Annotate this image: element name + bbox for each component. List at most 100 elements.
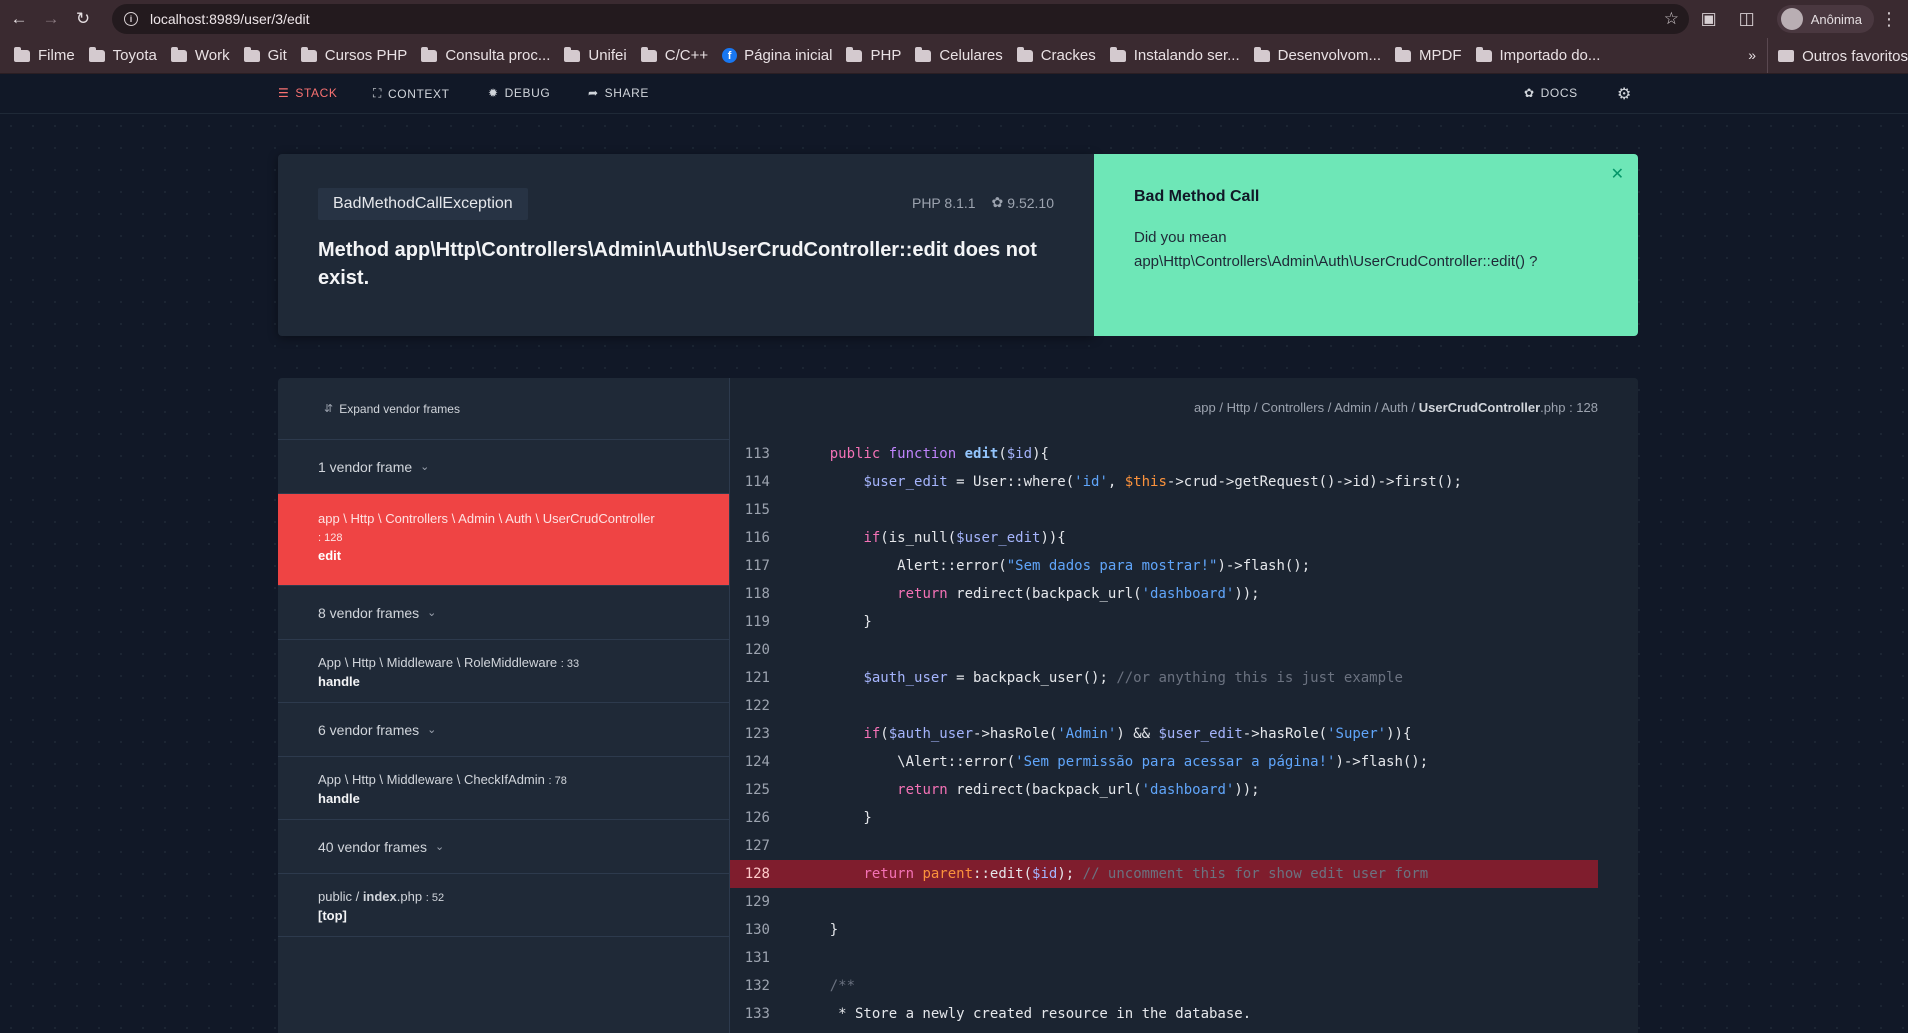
folder-icon: [915, 46, 932, 62]
expand-vendor-frames-button[interactable]: ⇵ Expand vendor frames: [278, 378, 729, 440]
reload-icon[interactable]: ↻: [70, 6, 96, 32]
file-path[interactable]: app / Http / Controllers / Admin / Auth …: [1194, 400, 1598, 415]
code-line: 127: [730, 832, 1598, 860]
line-number: 113: [744, 446, 770, 462]
line-number: 133: [744, 1006, 770, 1022]
bookmark-item[interactable]: Celulares: [915, 46, 1003, 64]
line-number: 114: [744, 474, 770, 490]
version-info: PHP 8.1.1 ✿ 9.52.10: [912, 194, 1054, 211]
code-line: 129: [730, 888, 1598, 916]
line-number: 125: [744, 782, 770, 798]
tab-context[interactable]: ⛶ CONTEXT: [373, 86, 450, 101]
code-snippet: 113 public function edit($id){114 $user_…: [730, 440, 1598, 1028]
folder-icon: [1778, 50, 1795, 62]
folder-icon: [243, 46, 260, 62]
vendor-frames-toggle[interactable]: 8 vendor frames ⌄: [278, 586, 729, 640]
line-number: 131: [744, 950, 770, 966]
code-line: 130 }: [730, 916, 1598, 944]
code-text: \Alert::error('Sem permissão para acessa…: [796, 754, 1429, 770]
bookmark-star-icon[interactable]: ☆: [1664, 9, 1679, 29]
folder-icon: [1395, 46, 1411, 62]
code-line: 124 \Alert::error('Sem permissão para ac…: [730, 748, 1598, 776]
code-line: 115: [730, 496, 1598, 524]
line-number: 117: [744, 558, 770, 574]
docs-link[interactable]: ✿ DOCS: [1524, 86, 1578, 100]
line-number: 132: [744, 978, 770, 994]
bookmark-item[interactable]: C/C++: [640, 46, 708, 64]
chevron-down-icon: ⌄: [427, 724, 437, 736]
bookmark-item[interactable]: Instalando ser...: [1109, 46, 1240, 64]
line-number: 122: [744, 698, 770, 714]
forward-icon[interactable]: →: [38, 6, 64, 32]
code-text: Alert::error("Sem dados para mostrar!")-…: [796, 558, 1311, 574]
tab-stack[interactable]: ☰ STACK: [278, 86, 337, 100]
folder-icon: [1253, 46, 1270, 62]
bookmark-item[interactable]: Work: [170, 46, 230, 64]
folder-icon: [300, 46, 317, 62]
line-number: 120: [744, 642, 770, 658]
code-line: 122: [730, 692, 1598, 720]
folder-icon: [640, 46, 657, 62]
stack-frame[interactable]: App \ Http \ Middleware \ RoleMiddleware…: [278, 640, 729, 703]
code-text: }: [796, 922, 839, 938]
code-text: public function edit($id){: [829, 446, 1049, 462]
code-line: 113 public function edit($id){: [730, 440, 1598, 468]
vendor-frames-toggle[interactable]: 40 vendor frames ⌄: [278, 820, 729, 874]
url-text[interactable]: localhost:8989/user/3/edit: [150, 11, 310, 27]
bookmark-item[interactable]: Crackes: [1016, 46, 1096, 64]
menu-icon[interactable]: ⋮: [1880, 9, 1898, 30]
exception-card: BadMethodCallException PHP 8.1.1 ✿ 9.52.…: [278, 154, 1094, 336]
bookmark-item[interactable]: Desenvolvom...: [1253, 46, 1381, 64]
code-text: if($auth_user->hasRole('Admin') && $user…: [863, 726, 1412, 742]
bookmark-item[interactable]: Git: [243, 46, 287, 64]
back-icon[interactable]: ←: [6, 6, 32, 32]
chevron-down-icon: ⌄: [434, 841, 445, 853]
stack-frame-active[interactable]: app \ Http \ Controllers \ Admin \ Auth …: [278, 494, 729, 586]
chevron-down-icon: ⌄: [427, 607, 437, 619]
stack-frame[interactable]: public / index.php : 52 [top]: [278, 874, 729, 937]
code-text: if(is_null($user_edit)){: [863, 530, 1066, 546]
folder-icon: [14, 46, 30, 62]
settings-gear-icon[interactable]: ⚙: [1617, 84, 1631, 104]
bookmark-item[interactable]: Importado do...: [1475, 46, 1600, 64]
bookmark-item[interactable]: PHP: [846, 46, 901, 64]
address-bar[interactable]: i localhost:8989/user/3/edit ☆: [112, 4, 1689, 34]
line-number: 126: [744, 810, 770, 826]
frames-list: ⇵ Expand vendor frames 1 vendor frame ⌄ …: [278, 378, 730, 1033]
app-header: ☰ STACK ⛶ CONTEXT ✹ DEBUG ➦ SHARE ✿ DOCS…: [0, 74, 1908, 114]
code-text: $auth_user = backpack_user(); //or anyth…: [863, 670, 1403, 686]
bookmark-item[interactable]: f Página inicial: [722, 47, 832, 64]
close-icon[interactable]: ✕: [1611, 164, 1624, 184]
vendor-frames-toggle[interactable]: 6 vendor frames ⌄: [278, 703, 729, 757]
bookmark-item[interactable]: Filme: [14, 46, 75, 64]
php-version: PHP 8.1.1: [911, 194, 976, 211]
line-number: 129: [744, 894, 770, 910]
bookmark-item[interactable]: Consulta proc...: [421, 46, 550, 64]
other-favorites[interactable]: Outros favoritos: [1767, 38, 1908, 73]
profile-button[interactable]: Anônima: [1776, 5, 1874, 33]
tab-share[interactable]: ➦ SHARE: [588, 86, 649, 100]
solution-title: Bad Method Call: [1134, 188, 1260, 205]
line-number: 127: [744, 838, 770, 854]
extensions-icon[interactable]: ▣: [1701, 9, 1717, 29]
more-bookmarks-icon[interactable]: »: [1748, 47, 1756, 63]
code-line: 117 Alert::error("Sem dados para mostrar…: [730, 552, 1598, 580]
stack-frame[interactable]: App \ Http \ Middleware \ CheckIfAdmin :…: [278, 757, 729, 820]
info-icon[interactable]: i: [124, 12, 138, 26]
laravel-version: 9.52.10: [1007, 194, 1054, 211]
side-panel-icon[interactable]: ◫: [1739, 9, 1755, 29]
vendor-frames-toggle[interactable]: 1 vendor frame ⌄: [278, 440, 729, 494]
list-icon: ☰: [278, 86, 290, 100]
code-text: }: [796, 810, 872, 826]
tab-debug[interactable]: ✹ DEBUG: [488, 86, 550, 100]
facebook-icon: f: [722, 48, 738, 63]
bookmark-item[interactable]: Unifei: [564, 46, 627, 64]
bookmarks-bar: Filme Toyota Work Git Cursos PHP Consulta pro…: [0, 38, 1908, 74]
bookmark-item[interactable]: Toyota: [88, 46, 157, 64]
folder-icon: [170, 46, 187, 62]
line-number: 124: [744, 754, 770, 770]
bookmark-item[interactable]: Cursos PHP: [300, 46, 407, 64]
bookmark-item[interactable]: MPDF: [1395, 46, 1462, 64]
folder-icon: [1016, 46, 1033, 62]
code-line: 119 }: [730, 608, 1598, 636]
